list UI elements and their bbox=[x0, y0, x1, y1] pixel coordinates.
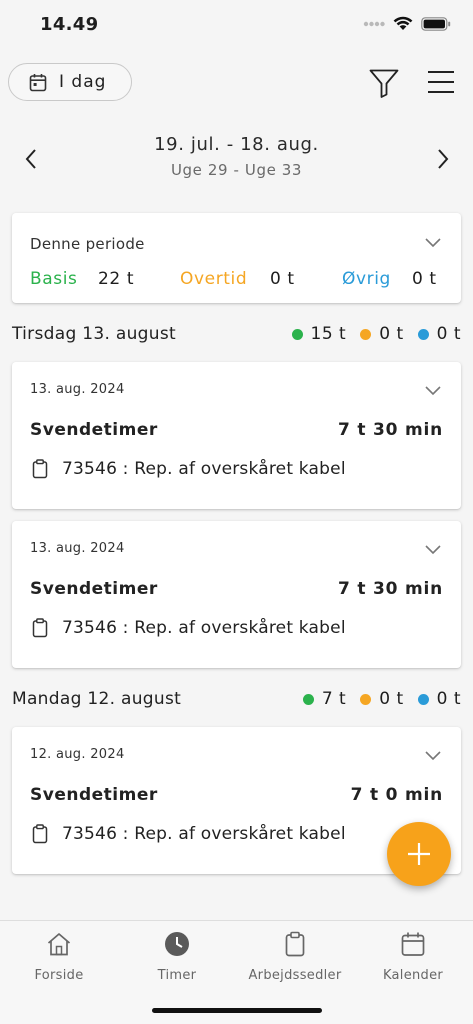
hamburger-menu-icon bbox=[428, 71, 454, 93]
ovrig-dot bbox=[417, 328, 429, 340]
status-time: 14.49 bbox=[40, 14, 99, 35]
chevron-down-icon[interactable] bbox=[425, 386, 441, 396]
day-ovrig-total: 0 t bbox=[436, 689, 461, 709]
entry-job: 73546 : Rep. af overskåret kabel bbox=[32, 824, 346, 844]
ovrig-label: Øvrig bbox=[342, 269, 391, 289]
entry-date: 12. aug. 2024 bbox=[30, 747, 125, 762]
nav-item-timer[interactable]: Timer bbox=[118, 929, 236, 985]
day-header: Tirsdag 13. august 15 t 0 t 0 t bbox=[0, 320, 473, 350]
entry-type: Svendetimer bbox=[30, 785, 158, 805]
clipboard-icon bbox=[32, 618, 48, 638]
overtid-value: 0 t bbox=[270, 269, 295, 289]
battery-icon bbox=[421, 16, 451, 31]
entry-job-label: 73546 : Rep. af overskåret kabel bbox=[62, 824, 346, 844]
signal-icon bbox=[363, 21, 385, 26]
entry-hours: 7 t 0 min bbox=[350, 785, 443, 805]
clock-icon bbox=[165, 932, 189, 956]
entry-hours: 7 t 30 min bbox=[337, 579, 443, 599]
entry-job: 73546 : Rep. af overskåret kabel bbox=[32, 459, 346, 479]
entry-job-label: 73546 : Rep. af overskåret kabel bbox=[62, 618, 346, 638]
day-ovrig-total: 0 t bbox=[436, 324, 461, 344]
chevron-down-icon[interactable] bbox=[425, 751, 441, 761]
time-entry-card[interactable]: 13. aug. 2024 Svendetimer 7 t 30 min 735… bbox=[12, 521, 461, 668]
status-bar: 14.49 bbox=[0, 0, 473, 52]
menu-button[interactable] bbox=[426, 68, 456, 96]
period-summary-card[interactable]: Denne periode Basis 22 t Overtid 0 t Øvr… bbox=[12, 213, 461, 303]
day-totals: 7 t 0 t 0 t bbox=[302, 689, 461, 709]
entry-hours: 7 t 30 min bbox=[337, 420, 443, 440]
nav-label: Arbejdssedler bbox=[248, 968, 342, 983]
clipboard-icon bbox=[285, 931, 305, 957]
chevron-right-icon bbox=[438, 149, 449, 169]
day-overtid-total: 0 t bbox=[379, 324, 404, 344]
today-button[interactable]: I dag bbox=[8, 63, 132, 101]
today-label: I dag bbox=[59, 72, 107, 92]
chevron-down-icon[interactable] bbox=[425, 545, 441, 555]
entry-type: Svendetimer bbox=[30, 579, 158, 599]
time-entry-card[interactable]: 13. aug. 2024 Svendetimer 7 t 30 min 735… bbox=[12, 362, 461, 509]
basis-value: 22 t bbox=[98, 269, 135, 289]
add-entry-button[interactable] bbox=[387, 822, 451, 886]
clipboard-icon bbox=[32, 824, 48, 844]
nav-item-kalender[interactable]: Kalender bbox=[354, 929, 472, 985]
nav-item-arbejdssedler[interactable]: Arbejdssedler bbox=[236, 929, 354, 985]
period-dates: 19. jul. - 18. aug. bbox=[154, 134, 319, 155]
nav-label: Timer bbox=[157, 968, 197, 983]
plus-icon bbox=[408, 843, 430, 865]
chevron-down-icon[interactable] bbox=[425, 238, 441, 248]
overtid-dot bbox=[360, 693, 372, 705]
overtid-dot bbox=[360, 328, 372, 340]
entry-job: 73546 : Rep. af overskåret kabel bbox=[32, 618, 346, 638]
overtid-label: Overtid bbox=[180, 269, 248, 289]
wifi-icon bbox=[393, 16, 413, 30]
period-navigator: 19. jul. - 18. aug. Uge 29 - Uge 33 bbox=[0, 132, 473, 188]
filter-icon bbox=[369, 69, 399, 98]
status-icons bbox=[363, 16, 451, 31]
day-header: Mandag 12. august 7 t 0 t 0 t bbox=[0, 685, 473, 715]
summary-totals: Basis 22 t Overtid 0 t Øvrig 0 t bbox=[30, 269, 450, 293]
basis-dot bbox=[302, 693, 314, 705]
entry-date: 13. aug. 2024 bbox=[30, 541, 125, 556]
entry-type: Svendetimer bbox=[30, 420, 158, 440]
entry-date: 13. aug. 2024 bbox=[30, 382, 125, 397]
day-basis-total: 15 t bbox=[310, 324, 347, 344]
day-title: Tirsdag 13. august bbox=[12, 324, 176, 344]
calendar-icon bbox=[401, 932, 425, 956]
filter-button[interactable] bbox=[368, 67, 400, 99]
next-period-button[interactable] bbox=[430, 146, 454, 172]
ovrig-dot bbox=[417, 693, 429, 705]
day-totals: 15 t 0 t 0 t bbox=[291, 324, 461, 344]
clipboard-icon bbox=[32, 459, 48, 479]
home-indicator bbox=[152, 1008, 322, 1013]
day-basis-total: 7 t bbox=[321, 689, 347, 709]
day-overtid-total: 0 t bbox=[379, 689, 404, 709]
ovrig-value: 0 t bbox=[412, 269, 437, 289]
period-weeks: Uge 29 - Uge 33 bbox=[170, 161, 303, 179]
home-icon bbox=[47, 933, 71, 956]
calendar-icon bbox=[29, 73, 47, 91]
basis-label: Basis bbox=[30, 269, 78, 289]
day-title: Mandag 12. august bbox=[12, 689, 182, 709]
top-bar: I dag bbox=[0, 60, 473, 106]
nav-label: Kalender bbox=[382, 968, 444, 983]
basis-dot bbox=[291, 328, 303, 340]
nav-label: Forside bbox=[34, 968, 84, 983]
summary-title: Denne periode bbox=[30, 235, 145, 253]
entry-job-label: 73546 : Rep. af overskåret kabel bbox=[62, 459, 346, 479]
nav-item-forside[interactable]: Forside bbox=[0, 929, 118, 985]
